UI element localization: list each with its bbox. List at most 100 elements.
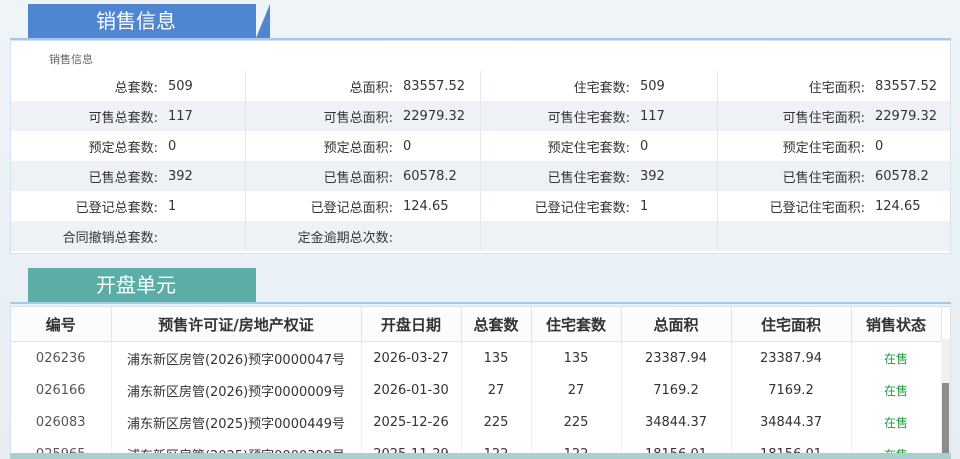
residential-units: 27: [531, 374, 622, 406]
info-value: 509: [630, 71, 718, 101]
info-row: 合同撤销总套数: 定金逾期总次数:: [11, 221, 950, 251]
info-label: 总套数:: [114, 80, 158, 96]
table-row[interactable]: 026166 浦东新区房管(2026)预字0000009号 2026-01-30 27…: [11, 374, 942, 406]
permit-number[interactable]: 浦东新区房管(2026)预字0000009号: [111, 374, 362, 406]
column-header[interactable]: 总套数: [461, 307, 532, 342]
open-date: 2026-03-27: [361, 341, 462, 374]
unit-code: 026236: [11, 341, 112, 374]
table-row[interactable]: 026083 浦东新区房管(2025)预字0000449号 2025-12-26 22…: [11, 406, 942, 438]
info-value: 83557.52: [875, 78, 938, 94]
table-row[interactable]: 026236 浦东新区房管(2026)预字0000047号 2026-03-27 13…: [11, 341, 942, 374]
info-value: 60578.2: [865, 161, 950, 191]
unit-code: 026166: [11, 374, 112, 406]
scrollbar-thumb[interactable]: [942, 383, 949, 453]
bottom-border: [10, 453, 951, 459]
info-label: 已售总面积:: [245, 161, 393, 191]
info-row: 已售总套数: 392 已售总面积: 60578.2 已售住宅套数: 392 已售住宅面积: 6…: [11, 161, 950, 191]
info-label: 已登记总面积:: [310, 200, 393, 216]
info-value: 124.65: [393, 191, 481, 221]
sales-info-panel: 销售信息 总套数: 509 总面积: 83557.52 住宅套数: 509 住宅面积: 835…: [10, 40, 951, 254]
info-label: 已售住宅套数:: [480, 161, 630, 191]
total-units: 27: [461, 374, 532, 406]
column-header[interactable]: 编号: [11, 307, 112, 342]
info-label: 可售住宅面积:: [717, 101, 865, 131]
info-label: 预定住宅套数:: [547, 140, 630, 156]
residential-area: 7169.2: [731, 374, 852, 406]
info-label: 住宅面积:: [808, 80, 865, 96]
sales-info-header: 销售信息: [10, 4, 951, 40]
residential-area: 34844.37: [731, 406, 852, 438]
info-value: 392: [158, 161, 246, 191]
column-header[interactable]: 开盘日期: [361, 307, 462, 342]
info-value: 117: [158, 101, 246, 131]
sales-info-caption: 销售信息: [49, 53, 93, 66]
info-value: 124.65: [875, 198, 921, 214]
info-label: [480, 221, 630, 251]
total-area: 34844.37: [621, 406, 732, 438]
sale-status: 在售: [851, 438, 942, 453]
total-area: 18156.01: [621, 438, 732, 453]
info-label: 定金逾期总次数:: [245, 221, 393, 251]
column-header[interactable]: 销售状态: [851, 307, 942, 342]
info-label: 可售住宅套数:: [480, 101, 630, 131]
info-label: 已登记住宅套数:: [534, 200, 630, 216]
total-units: 135: [461, 341, 532, 374]
sale-status: 在售: [851, 374, 942, 406]
info-row: 预定总套数: 0 预定总面积: 0 预定住宅套数: 0 预定住宅面积: 0: [11, 131, 950, 161]
column-header[interactable]: 住宅面积: [731, 307, 852, 342]
info-label: 已登记住宅面积:: [769, 200, 865, 216]
info-value: 1: [158, 191, 246, 221]
info-value: [158, 221, 246, 251]
total-area: 23387.94: [621, 341, 732, 374]
residential-units: 225: [531, 406, 622, 438]
total-units: 122: [461, 438, 532, 453]
info-value: 117: [630, 101, 718, 131]
sale-status: 在售: [851, 406, 942, 438]
column-header[interactable]: 总面积: [621, 307, 732, 342]
info-label: 合同撤销总套数:: [11, 221, 158, 251]
info-value: 22979.32: [865, 101, 950, 131]
permit-number[interactable]: 浦东新区房管(2025)预字0000389号: [111, 438, 362, 453]
info-value: 0: [158, 131, 246, 161]
units-header: 开盘单元: [10, 268, 951, 304]
total-area: 7169.2: [621, 374, 732, 406]
column-header[interactable]: 住宅套数: [531, 307, 622, 342]
info-label: 已登记总套数:: [75, 200, 158, 216]
info-value: [393, 221, 481, 251]
table-scrollbar[interactable]: [941, 339, 950, 453]
info-label: 住宅套数:: [573, 80, 630, 96]
total-units: 225: [461, 406, 532, 438]
info-row: 总套数: 509 总面积: 83557.52 住宅套数: 509 住宅面积: 83557.52: [11, 71, 950, 101]
sale-status: 在售: [851, 341, 942, 374]
info-value: 22979.32: [393, 101, 481, 131]
info-label: [717, 221, 865, 251]
open-date: 2025-12-26: [361, 406, 462, 438]
info-label: 可售总套数:: [11, 101, 158, 131]
residential-area: 18156.01: [731, 438, 852, 453]
info-label: 预定住宅面积:: [782, 140, 865, 156]
info-value: [865, 221, 950, 251]
info-label: 可售总面积:: [245, 101, 393, 131]
sales-info-title: 销售信息: [28, 4, 270, 38]
column-header[interactable]: 预售许可证/房地产权证: [111, 307, 362, 342]
info-value: 0: [393, 131, 481, 161]
residential-units: 122: [531, 438, 622, 453]
info-value: 392: [630, 161, 718, 191]
residential-area: 23387.94: [731, 341, 852, 374]
units-table: 编号 预售许可证/房地产权证 开盘日期 总套数 住宅套数 总面积 住宅面积 销售状态 0262…: [11, 307, 942, 453]
open-date: 2025-11-29: [361, 438, 462, 453]
info-value: 83557.52: [393, 71, 481, 101]
permit-number[interactable]: 浦东新区房管(2025)预字0000449号: [111, 406, 362, 438]
info-row: 已登记总套数: 1 已登记总面积: 124.65 已登记住宅套数: 1 已登记住宅面积: 12…: [11, 191, 950, 221]
info-value: 60578.2: [393, 161, 481, 191]
unit-code: 025965: [11, 438, 112, 453]
info-label: 已售住宅面积:: [717, 161, 865, 191]
info-value: 0: [875, 138, 884, 154]
permit-number[interactable]: 浦东新区房管(2026)预字0000047号: [111, 341, 362, 374]
info-label: 预定总面积:: [323, 140, 393, 156]
table-row[interactable]: 025965浦东新区房管(2025)预字0000389号2025-11-2912…: [11, 438, 942, 453]
info-label: 预定总套数:: [88, 140, 158, 156]
divider: [10, 302, 951, 304]
units-panel: 编号 预售许可证/房地产权证 开盘日期 总套数 住宅套数 总面积 住宅面积 销售状态 0262…: [10, 306, 951, 454]
info-value: 0: [630, 131, 718, 161]
